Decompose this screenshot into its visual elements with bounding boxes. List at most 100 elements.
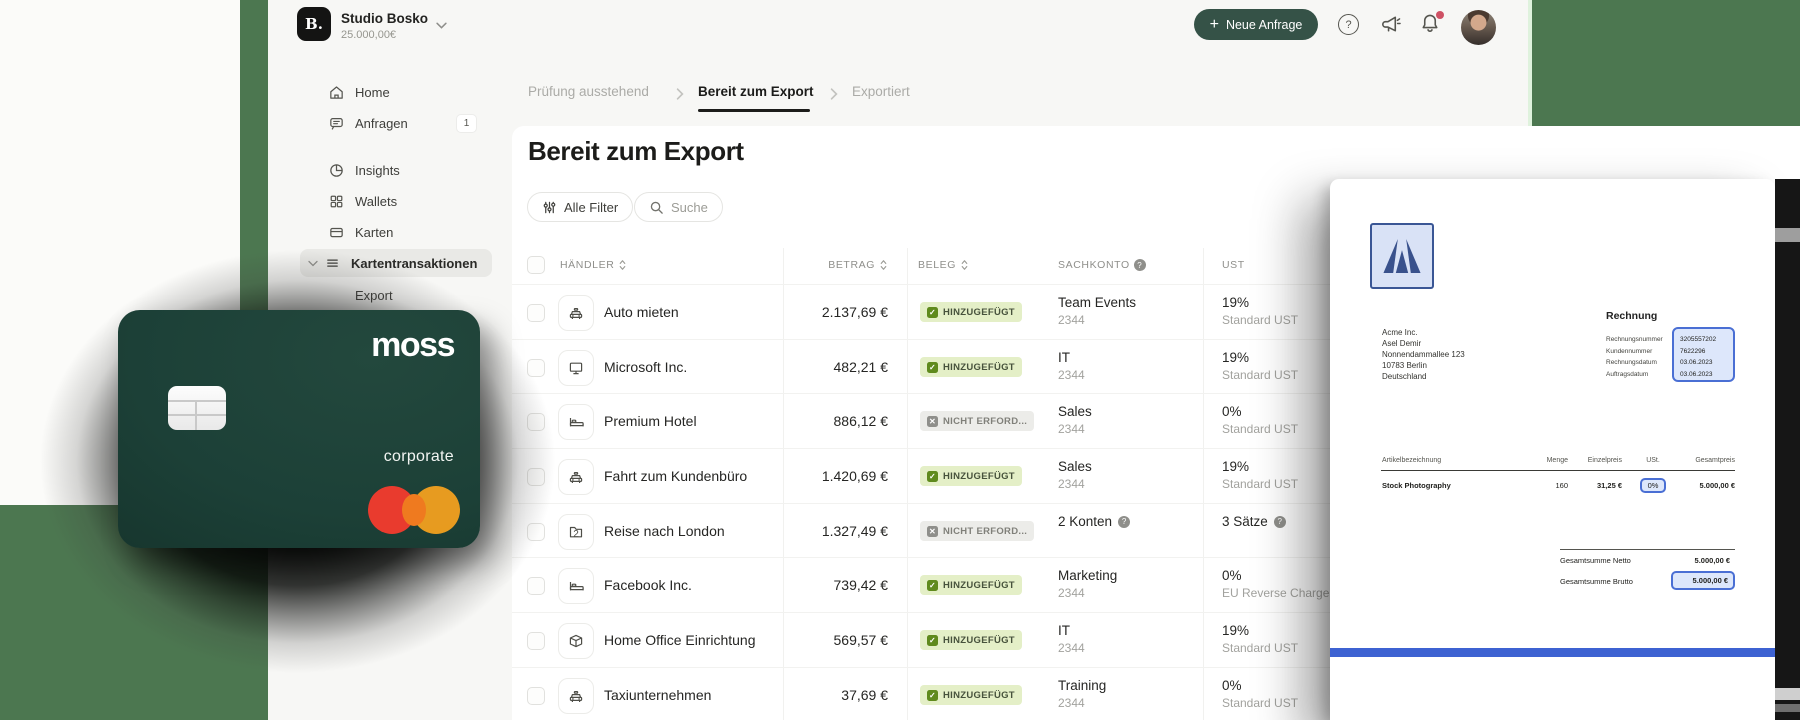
invoice-brutto-label: Gesamtsumme Brutto — [1560, 577, 1633, 586]
info-icon[interactable] — [1133, 259, 1146, 271]
column-header-betrag[interactable]: BETRAG — [700, 259, 888, 271]
search-label: Suche — [671, 199, 708, 215]
invoice-col-einzelpreis: Einzelpreis — [1587, 457, 1622, 464]
new-request-button[interactable]: + Neue Anfrage — [1194, 9, 1318, 40]
merchant-name: Home Office Einrichtung — [604, 632, 756, 648]
chat-icon — [330, 117, 343, 130]
invoice-netto-value: 5.000,00 € — [1694, 556, 1730, 565]
sidebar-label: Home — [355, 84, 390, 100]
invoice-col-artikel: Artikelbezeichnung — [1382, 457, 1442, 464]
mastercard-icon — [402, 494, 426, 526]
sort-icon — [619, 260, 626, 270]
invoice-item-menge: 160 — [1555, 481, 1568, 490]
invoice-bottom-bar — [1330, 648, 1775, 657]
column-header-beleg[interactable]: BELEG — [918, 259, 969, 271]
tab-exportiert[interactable]: Exportiert — [852, 84, 910, 99]
merchant-name: Reise nach London — [604, 523, 725, 539]
invoice-document: Acme Inc. Asel Demir Nonnendammallee 123… — [1330, 179, 1775, 720]
ust-cell: 0% Standard UST — [1222, 678, 1299, 710]
badge-label: HINZUGEFÜGT — [943, 579, 1015, 591]
adobe-logo — [1370, 223, 1434, 289]
receipt-status-badge[interactable]: ✓ HINZUGEFÜGT — [920, 575, 1022, 595]
sidebar-item-wallets[interactable]: Wallets — [300, 187, 492, 215]
check-icon: ✓ — [927, 361, 938, 373]
check-icon: ✓ — [927, 579, 938, 591]
sachkonto-cell: Team Events 2344 — [1058, 295, 1137, 327]
workspace-balance: 25.000,00€ — [341, 29, 397, 41]
chevron-right-icon — [676, 88, 684, 100]
marketing-composite: B. Studio Bosko 25.000,00€ + Neue Anfrag… — [0, 0, 1800, 720]
page-title: Bereit zum Export — [528, 136, 744, 166]
search-icon — [650, 201, 663, 214]
check-icon: ✓ — [927, 634, 938, 646]
invoice-meta-labels: Rechnungsnummer Kundennummer Rechnungsda… — [1606, 336, 1663, 378]
merchant-name: Facebook Inc. — [604, 577, 692, 593]
check-icon: ✓ — [927, 470, 938, 482]
info-icon[interactable] — [1273, 515, 1286, 528]
receipt-status-badge[interactable]: ✓ HINZUGEFÜGT — [920, 630, 1022, 650]
invoice-item-einzelpreis: 31,25 € — [1596, 481, 1622, 490]
amount: 2.137,69 € — [821, 304, 888, 320]
ust-cell: 19% Standard UST — [1222, 350, 1299, 382]
receipt-status-badge[interactable]: ✓ HINZUGEFÜGT — [920, 302, 1022, 322]
receipt-status-badge[interactable]: ✕ NICHT ERFORD... — [920, 411, 1035, 431]
invoice-item-ust-highlight: 0% — [1640, 478, 1666, 493]
tab-pruefung-ausstehend[interactable]: Prüfung ausstehend — [528, 84, 649, 99]
sidebar-item-home[interactable]: Home — [300, 78, 492, 106]
invoice-brutto-highlight: 5.000,00 € — [1671, 571, 1735, 590]
amount: 482,21 € — [833, 359, 889, 375]
sachkonto-cell: Marketing 2344 — [1058, 568, 1118, 600]
badge-label: HINZUGEFÜGT — [943, 361, 1015, 373]
sachkonto-cell: IT 2344 — [1058, 623, 1085, 655]
invoice-item-gesamtpreis: 5.000,00 € — [1699, 481, 1735, 490]
all-filters-button[interactable]: Alle Filter — [527, 192, 634, 222]
receipt-status-badge[interactable]: ✓ HINZUGEFÜGT — [920, 357, 1022, 377]
invoice-recipient: Acme Inc. Asel Demir Nonnendammallee 123… — [1382, 328, 1465, 381]
invoice-item-name: Stock Photography — [1382, 481, 1451, 490]
sidebar-label: Anfragen — [355, 115, 408, 131]
ust-cell: 0% Standard UST — [1222, 404, 1299, 436]
user-avatar[interactable] — [1461, 10, 1496, 45]
ust-cell: 3 Sätze — [1222, 514, 1286, 529]
filter-sliders-icon — [543, 201, 556, 213]
card-tier-label: corporate — [383, 448, 454, 465]
sidebar-item-karten[interactable]: Karten — [300, 218, 492, 246]
sachkonto-cell: Sales 2344 — [1058, 404, 1092, 436]
receipt-status-badge[interactable]: ✕ NICHT ERFORD... — [920, 521, 1035, 541]
help-icon[interactable]: ? — [1338, 14, 1359, 35]
receipt-status-badge[interactable]: ✓ HINZUGEFÜGT — [920, 685, 1022, 705]
amount: 886,12 € — [833, 413, 889, 429]
merchant-name: Auto mieten — [604, 304, 679, 320]
badge-label: HINZUGEFÜGT — [943, 634, 1015, 646]
check-icon: ✓ — [927, 689, 938, 701]
amount: 1.327,49 € — [821, 523, 888, 539]
new-request-label: Neue Anfrage — [1225, 17, 1303, 32]
search-button[interactable]: Suche — [634, 192, 723, 222]
megaphone-icon[interactable] — [1380, 13, 1402, 35]
workspace-name: Studio Bosko — [341, 11, 428, 26]
badge-label: HINZUGEFÜGT — [943, 470, 1015, 482]
sidebar-label: Insights — [355, 162, 400, 178]
column-header-sachkonto[interactable]: SACHKONTO — [1058, 259, 1146, 271]
ust-cell: 19% Standard UST — [1222, 623, 1299, 655]
amount: 569,57 € — [833, 632, 889, 648]
amount: 1.420,69 € — [821, 468, 888, 484]
sidebar-item-insights[interactable]: Insights — [300, 156, 492, 184]
window-edge-notch — [1775, 228, 1800, 242]
receipt-status-badge[interactable]: ✓ HINZUGEFÜGT — [920, 466, 1022, 486]
merchant-name: Premium Hotel — [604, 413, 697, 429]
info-icon[interactable] — [1118, 515, 1131, 528]
invoice-title: Rechnung — [1606, 310, 1658, 322]
sachkonto-cell: 2 Konten — [1058, 514, 1131, 529]
header-label: UST — [1222, 259, 1245, 271]
sachkonto-cell: Training 2344 — [1058, 678, 1107, 710]
tab-bereit-zum-export[interactable]: Bereit zum Export — [698, 84, 814, 99]
notification-dot — [1436, 11, 1444, 19]
column-header-ust[interactable]: UST — [1222, 259, 1245, 271]
moss-corporate-card: moss corporate — [118, 310, 480, 548]
ust-cell: 19% Standard UST — [1222, 459, 1299, 491]
sort-icon — [961, 260, 968, 270]
workspace-logo[interactable]: B. — [297, 7, 331, 41]
chevron-down-icon[interactable] — [436, 22, 447, 29]
merchant-name: Taxiunternehmen — [604, 687, 712, 703]
